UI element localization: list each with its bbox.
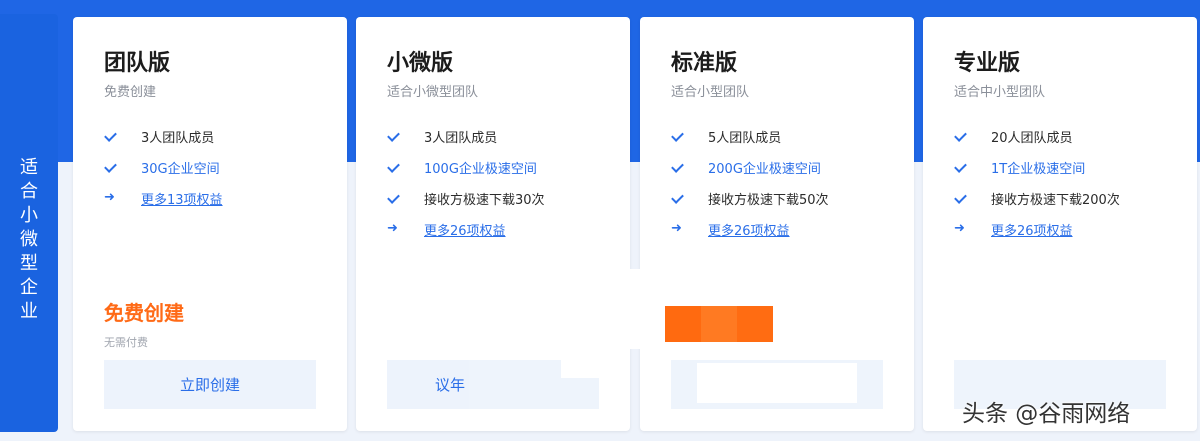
feature-text: 3人团队成员 (141, 130, 215, 146)
arrow-right-icon: ➜ (671, 221, 682, 236)
check-icon (671, 160, 685, 174)
create-now-button[interactable]: 立即创建 (104, 360, 316, 409)
plan-subtitle: 免费创建 (104, 85, 157, 100)
more-benefits-link[interactable]: ➜ 更多13项权益 (104, 188, 223, 208)
feature-text: 20人团队成员 (991, 130, 1073, 146)
redacted-price-mosaic (665, 306, 773, 342)
feature-item: 1T企业极速空间 (954, 157, 1085, 177)
more-benefits-text[interactable]: 更多26项权益 (991, 220, 1073, 239)
redacted-area (923, 360, 954, 377)
plan-title: 团队版 (104, 51, 171, 76)
more-benefits-link[interactable]: ➜ 更多26项权益 (954, 219, 1073, 239)
more-benefits-text[interactable]: 更多13项权益 (141, 189, 223, 208)
check-icon (387, 129, 401, 143)
check-icon (671, 129, 685, 143)
arrow-right-icon: ➜ (104, 190, 115, 205)
check-icon (954, 129, 968, 143)
feature-text: 5人团队成员 (708, 130, 782, 146)
feature-item: 30G企业空间 (104, 157, 220, 177)
check-icon (104, 160, 118, 174)
feature-item: 接收方极速下载200次 (954, 188, 1120, 208)
plan-subtitle: 适合中小型团队 (954, 85, 1046, 100)
check-icon (954, 160, 968, 174)
price-note: 无需付费 (104, 336, 148, 349)
feature-text: 100G企业极速空间 (424, 161, 537, 177)
feature-text: 1T企业极速空间 (991, 161, 1086, 177)
check-icon (387, 160, 401, 174)
price-label: 免费创建 (104, 301, 184, 325)
feature-item: 200G企业极速空间 (671, 157, 821, 177)
redacted-area (697, 363, 857, 403)
plan-card-micro: 小微版 适合小微型团队 3人团队成员 100G企业极速空间 接收方极速下载30次… (356, 17, 630, 431)
feature-item: 5人团队成员 (671, 126, 781, 146)
side-category-tab[interactable]: 适合小微型企业 (0, 14, 58, 432)
more-benefits-link[interactable]: ➜ 更多26项权益 (387, 219, 506, 239)
plan-title: 小微版 (387, 51, 454, 76)
feature-item: 接收方极速下载50次 (671, 188, 829, 208)
arrow-right-icon: ➜ (954, 221, 965, 236)
feature-text: 接收方极速下载50次 (708, 192, 829, 208)
plan-subtitle: 适合小型团队 (671, 85, 750, 100)
redacted-area (561, 360, 599, 378)
check-icon (104, 129, 118, 143)
feature-text: 接收方极速下载30次 (424, 192, 545, 208)
check-icon (954, 191, 968, 205)
plan-title: 专业版 (954, 51, 1021, 76)
feature-item: 100G企业极速空间 (387, 157, 537, 177)
more-benefits-text[interactable]: 更多26项权益 (424, 220, 506, 239)
more-benefits-text[interactable]: 更多26项权益 (708, 220, 790, 239)
feature-item: 接收方极速下载30次 (387, 188, 545, 208)
more-benefits-link[interactable]: ➜ 更多26项权益 (671, 219, 790, 239)
plan-card-team: 团队版 免费创建 3人团队成员 30G企业空间 ➜ 更多13项权益 免费创建 无… (73, 17, 347, 431)
check-icon (387, 191, 401, 205)
arrow-right-icon: ➜ (387, 221, 398, 236)
feature-item: 3人团队成员 (387, 126, 497, 146)
feature-text: 3人团队成员 (424, 130, 498, 146)
plan-card-professional: 专业版 适合中小型团队 20人团队成员 1T企业极速空间 接收方极速下载200次… (923, 17, 1197, 431)
plan-card-standard: 标准版 适合小型团队 5人团队成员 200G企业极速空间 接收方极速下载50次 … (630, 17, 914, 431)
purchase-button-label: 议年 (435, 376, 466, 394)
check-icon (671, 191, 685, 205)
plan-title: 标准版 (671, 51, 738, 76)
feature-text: 200G企业极速空间 (708, 161, 821, 177)
feature-text: 接收方极速下载200次 (991, 192, 1120, 208)
side-tab-label: 适合小微型企业 (20, 157, 38, 322)
watermark-text: 头条 @谷雨网络 (962, 401, 1131, 427)
plan-subtitle: 适合小微型团队 (387, 85, 479, 100)
feature-item: 3人团队成员 (104, 126, 214, 146)
feature-text: 30G企业空间 (141, 161, 220, 177)
feature-item: 20人团队成员 (954, 126, 1073, 146)
